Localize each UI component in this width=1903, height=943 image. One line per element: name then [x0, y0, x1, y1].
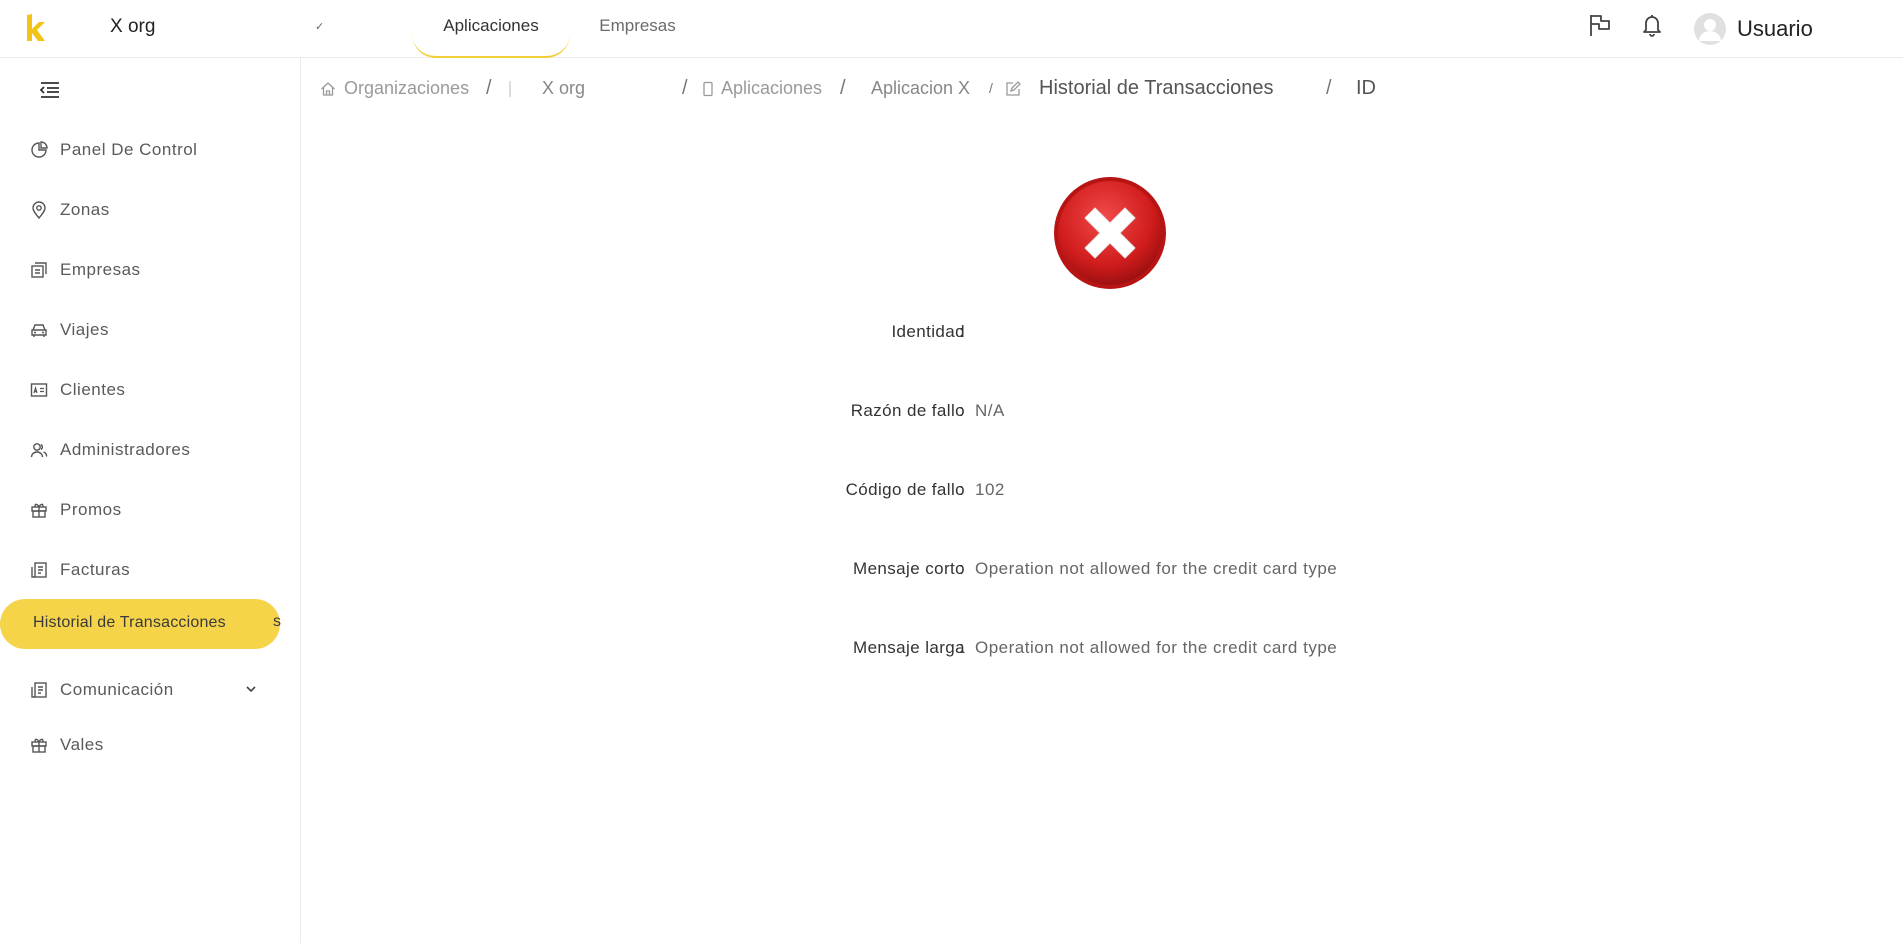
org-name: X org [110, 16, 156, 37]
detail-label: Código de fallo [845, 480, 965, 499]
user-name: Usuario [1737, 16, 1813, 41]
mobile-icon [703, 81, 713, 97]
breadcrumb-historial: Historial de Transacciones [1039, 77, 1274, 99]
detail-row-razon-de-fallo: Razón de fallo : N/A [0, 401, 1903, 427]
detail-label: Mensaje corto [853, 559, 965, 578]
error-x-icon [1054, 177, 1166, 289]
detail-row-codigo-de-fallo: Código de fallo : 102 [0, 480, 1903, 506]
home-icon[interactable] [320, 81, 336, 97]
menu-collapse-icon[interactable] [38, 80, 62, 100]
map-pin-icon [32, 201, 46, 219]
avatar [1694, 13, 1726, 45]
k-logo-icon[interactable] [24, 13, 48, 43]
chevron-down-icon: ✓ [315, 21, 325, 33]
tab-empresas[interactable]: Empresas [585, 0, 690, 58]
users-icon [30, 443, 48, 458]
sidebar-item-zonas[interactable]: Zonas [0, 187, 300, 233]
sidebar-item-label: Panel De Control [60, 140, 198, 159]
breadcrumb-separator: / [989, 80, 993, 96]
breadcrumb-app[interactable]: Aplicacion X [871, 78, 970, 99]
sidebar-item-label: Zonas [60, 200, 110, 219]
sidebar-item-label: Vales [60, 735, 104, 754]
edit-icon [1006, 81, 1021, 96]
breadcrumb-organizaciones[interactable]: Organizaciones [344, 78, 469, 99]
detail-value: Operation not allowed for the credit car… [975, 638, 1338, 657]
detail-value: Operation not allowed for the credit car… [975, 559, 1338, 578]
user-icon [1699, 19, 1721, 41]
sidebar-item-label: Clientes [60, 380, 126, 399]
detail-colon: : [959, 638, 964, 657]
pie-chart-icon [31, 141, 48, 158]
detail-label: Razón de fallo [850, 401, 965, 420]
breadcrumb-aplicaciones[interactable]: Aplicaciones [721, 78, 822, 99]
sidebar-item-label: Comunicación [60, 680, 174, 699]
detail-colon: : [959, 322, 964, 341]
top-bar: X org ✓ Aplicaciones Empresas Usuario [0, 0, 1903, 58]
detail-label: Identidad [891, 322, 965, 341]
gift-icon [31, 738, 47, 753]
sidebar-item-panel-de-control[interactable]: Panel De Control [0, 127, 300, 173]
sidebar-item-label: Empresas [60, 260, 141, 279]
breadcrumb-separator: / [486, 77, 492, 99]
detail-colon: : [959, 559, 964, 578]
sidebar-item-administradores[interactable]: Administradores [0, 427, 300, 473]
detail-row-mensaje-corto: Mensaje corto : Operation not allowed fo… [0, 559, 1903, 585]
breadcrumb-divider [509, 81, 511, 97]
detail-colon: : [959, 480, 964, 499]
detail-row-identidad: Identidad : [0, 322, 1903, 348]
invoice-icon [31, 682, 47, 698]
detail-row-mensaje-larga: Mensaje larga : Operation not allowed fo… [0, 638, 1903, 664]
breadcrumb-id: ID [1356, 77, 1376, 99]
breadcrumb: Organizaciones / X org / Aplicaciones / … [320, 77, 1880, 104]
sidebar-item-empresas[interactable]: Empresas [0, 247, 300, 293]
detail-value: 102 [975, 480, 1005, 499]
detail-label: Mensaje larga [853, 638, 965, 657]
org-selector[interactable]: X org ✓ [110, 14, 330, 42]
tab-aplicaciones[interactable]: Aplicaciones [412, 0, 570, 58]
detail-value: N/A [975, 401, 1005, 420]
breadcrumb-separator: / [840, 77, 846, 99]
sidebar-item-vales[interactable]: Vales [0, 722, 300, 768]
chevron-down-icon[interactable] [245, 684, 257, 694]
breadcrumb-org[interactable]: X org [542, 78, 585, 99]
building-icon [31, 262, 47, 278]
sidebar-item-label: Administradores [60, 440, 191, 459]
detail-colon: : [959, 401, 964, 420]
flag-icon[interactable] [1587, 12, 1613, 38]
bell-icon[interactable] [1639, 12, 1665, 38]
sidebar-item-label: Historial de Transacciones [33, 614, 226, 631]
breadcrumb-separator: / [682, 77, 688, 99]
id-card-icon [30, 383, 48, 397]
sidebar-item-label-overflow: s [273, 613, 281, 630]
breadcrumb-separator: / [1326, 77, 1332, 99]
sidebar-item-comunicacion[interactable]: Comunicación [0, 667, 300, 713]
